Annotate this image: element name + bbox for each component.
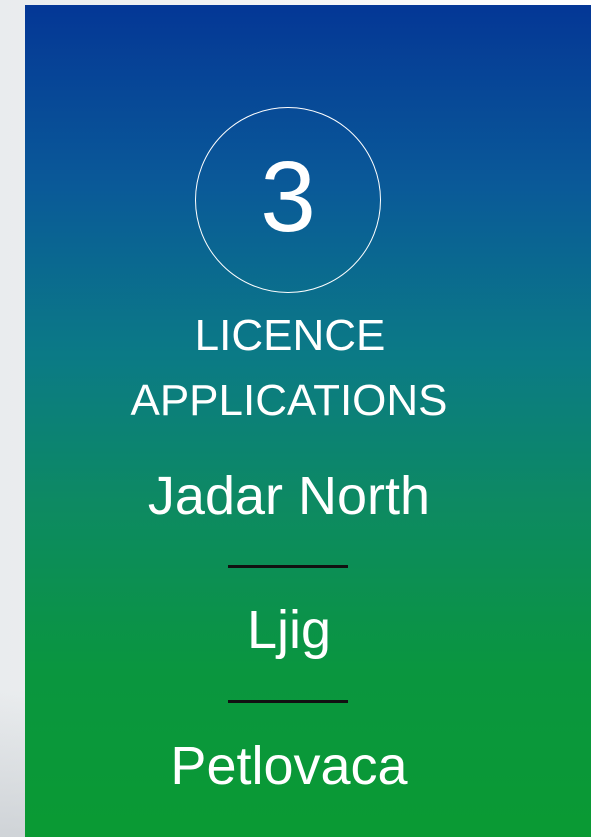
divider [228, 565, 348, 568]
divider [228, 700, 348, 703]
badge-label-line2: APPLICATIONS [130, 376, 448, 425]
licence-name-jadar-north: Jadar North [147, 466, 431, 526]
licence-name-petlovaca: Petlovaca [170, 736, 408, 796]
licence-name-ljig: Ljig [246, 600, 332, 660]
badge-label-line1: LICENCE [194, 311, 386, 360]
slide: 3 LICENCE APPLICATIONS Jadar North Ljig … [0, 0, 597, 837]
count-circle: 3 [195, 107, 381, 293]
licence-panel: 3 LICENCE APPLICATIONS Jadar North Ljig … [25, 5, 591, 837]
licence-count: 3 [260, 141, 316, 253]
